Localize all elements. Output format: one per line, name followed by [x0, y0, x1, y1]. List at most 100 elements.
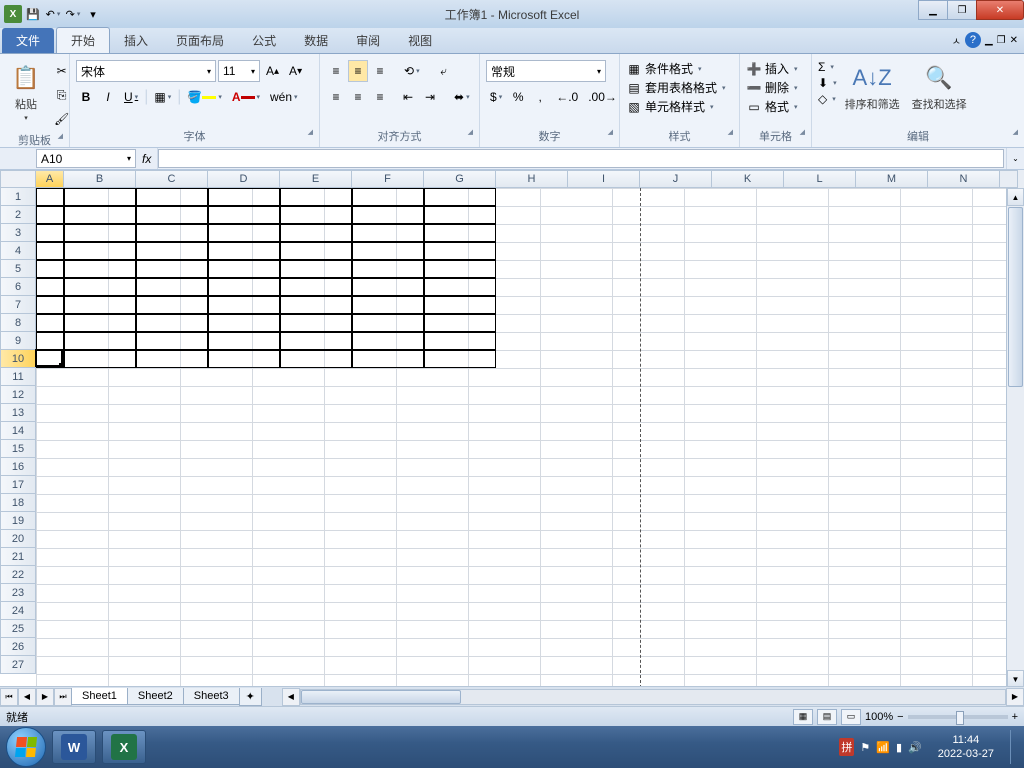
select-all-button[interactable]: [0, 170, 36, 188]
tab-page-layout[interactable]: 页面布局: [162, 28, 238, 53]
tray-network-icon[interactable]: 📶: [876, 741, 890, 754]
row-header[interactable]: 12: [0, 386, 36, 404]
column-header[interactable]: L: [784, 170, 856, 188]
font-name-input[interactable]: 宋体▾: [76, 60, 216, 82]
file-tab[interactable]: 文件: [2, 28, 54, 53]
merge-center-button[interactable]: ⬌: [450, 86, 474, 108]
scroll-thumb-vertical[interactable]: [1008, 207, 1023, 387]
start-button[interactable]: [6, 727, 46, 767]
align-top-button[interactable]: ≡: [326, 60, 346, 82]
autosum-button[interactable]: Σ: [818, 60, 837, 74]
column-header[interactable]: H: [496, 170, 568, 188]
row-header[interactable]: 9: [0, 332, 36, 350]
sheet-tab-1[interactable]: Sheet1: [71, 688, 128, 705]
tray-volume-icon[interactable]: 🔊: [908, 741, 922, 754]
name-box[interactable]: A10▾: [36, 149, 136, 168]
align-right-button[interactable]: ≡: [370, 86, 390, 108]
column-header[interactable]: J: [640, 170, 712, 188]
task-excel[interactable]: X: [102, 730, 146, 764]
cells-area[interactable]: [36, 188, 1006, 688]
row-header[interactable]: 6: [0, 278, 36, 296]
excel-logo-icon[interactable]: X: [4, 5, 22, 23]
currency-button[interactable]: $: [486, 86, 506, 108]
redo-button[interactable]: ↷: [64, 5, 82, 23]
row-header[interactable]: 13: [0, 404, 36, 422]
ribbon-minimize-icon[interactable]: ㅅ: [952, 33, 961, 48]
tab-data[interactable]: 数据: [290, 28, 342, 53]
scroll-up-button[interactable]: ▲: [1007, 188, 1024, 206]
fx-icon[interactable]: fx: [142, 152, 151, 166]
row-header[interactable]: 26: [0, 638, 36, 656]
grow-font-button[interactable]: A▴: [262, 60, 283, 82]
zoom-out-button[interactable]: −: [897, 711, 903, 723]
tab-insert[interactable]: 插入: [110, 28, 162, 53]
insert-cells-button[interactable]: ➕插入: [746, 60, 798, 77]
row-header[interactable]: 15: [0, 440, 36, 458]
undo-button[interactable]: ↶: [44, 5, 62, 23]
tab-home[interactable]: 开始: [56, 27, 110, 53]
percent-button[interactable]: %: [508, 86, 528, 108]
column-header[interactable]: A: [36, 170, 64, 188]
qat-customize-icon[interactable]: ▾: [84, 5, 102, 23]
scroll-thumb-horizontal[interactable]: [301, 690, 461, 704]
close-button[interactable]: ✕: [976, 0, 1024, 20]
workbook-restore-icon[interactable]: ❐: [997, 35, 1006, 46]
clear-button[interactable]: ◇: [818, 92, 837, 106]
italic-button[interactable]: I: [98, 86, 118, 108]
align-middle-button[interactable]: ≡: [348, 60, 368, 82]
align-left-button[interactable]: ≡: [326, 86, 346, 108]
tray-ime-icon[interactable]: 拼: [839, 738, 854, 756]
fill-color-button[interactable]: 🪣: [183, 86, 225, 108]
row-header[interactable]: 4: [0, 242, 36, 260]
row-header[interactable]: 7: [0, 296, 36, 314]
row-header[interactable]: 1: [0, 188, 36, 206]
row-header[interactable]: 10: [0, 350, 36, 368]
scroll-right-button[interactable]: ▶: [1006, 688, 1024, 706]
row-header[interactable]: 14: [0, 422, 36, 440]
scroll-left-button[interactable]: ◀: [282, 688, 300, 706]
row-header[interactable]: 25: [0, 620, 36, 638]
expand-formula-bar-icon[interactable]: ⌄: [1006, 148, 1024, 169]
column-header[interactable]: I: [568, 170, 640, 188]
find-select-button[interactable]: 🔍 查找和选择: [908, 60, 971, 114]
sheet-tab-2[interactable]: Sheet2: [127, 688, 184, 705]
decrease-indent-button[interactable]: ⇤: [398, 86, 418, 108]
row-header[interactable]: 8: [0, 314, 36, 332]
paste-button[interactable]: 📋 粘贴▾: [6, 60, 46, 124]
phonetic-button[interactable]: wén: [266, 86, 302, 108]
column-header[interactable]: N: [928, 170, 1000, 188]
conditional-format-button[interactable]: ▦条件格式: [626, 60, 702, 77]
comma-button[interactable]: ,: [530, 86, 550, 108]
page-layout-view-button[interactable]: ▤: [817, 709, 837, 725]
row-header[interactable]: 18: [0, 494, 36, 512]
format-as-table-button[interactable]: ▤套用表格格式: [626, 79, 726, 96]
column-header[interactable]: F: [352, 170, 424, 188]
help-icon[interactable]: ?: [965, 32, 981, 48]
column-header[interactable]: K: [712, 170, 784, 188]
show-desktop-button[interactable]: [1010, 730, 1018, 764]
bold-button[interactable]: B: [76, 86, 96, 108]
tray-action-icon[interactable]: ⚑: [860, 741, 870, 754]
row-header[interactable]: 22: [0, 566, 36, 584]
increase-decimal-button[interactable]: ←.0: [552, 86, 582, 108]
row-header[interactable]: 27: [0, 656, 36, 674]
border-button[interactable]: ▦: [150, 86, 175, 108]
tab-view[interactable]: 视图: [394, 28, 446, 53]
tray-signal-icon[interactable]: ▮: [896, 741, 902, 754]
number-format-select[interactable]: 常规▾: [486, 60, 606, 82]
row-header[interactable]: 2: [0, 206, 36, 224]
row-header[interactable]: 5: [0, 260, 36, 278]
column-header[interactable]: B: [64, 170, 136, 188]
row-header[interactable]: 23: [0, 584, 36, 602]
sheet-tab-3[interactable]: Sheet3: [183, 688, 240, 705]
underline-button[interactable]: U: [120, 86, 142, 108]
page-break-view-button[interactable]: ▭: [841, 709, 861, 725]
first-sheet-button[interactable]: ⏮: [0, 688, 18, 706]
maximize-button[interactable]: ❐: [947, 0, 977, 20]
delete-cells-button[interactable]: ➖删除: [746, 79, 798, 96]
row-header[interactable]: 11: [0, 368, 36, 386]
minimize-button[interactable]: ▁: [918, 0, 948, 20]
task-word[interactable]: W: [52, 730, 96, 764]
horizontal-scrollbar[interactable]: ◀ ▶: [282, 688, 1024, 706]
zoom-slider[interactable]: [908, 715, 1008, 719]
